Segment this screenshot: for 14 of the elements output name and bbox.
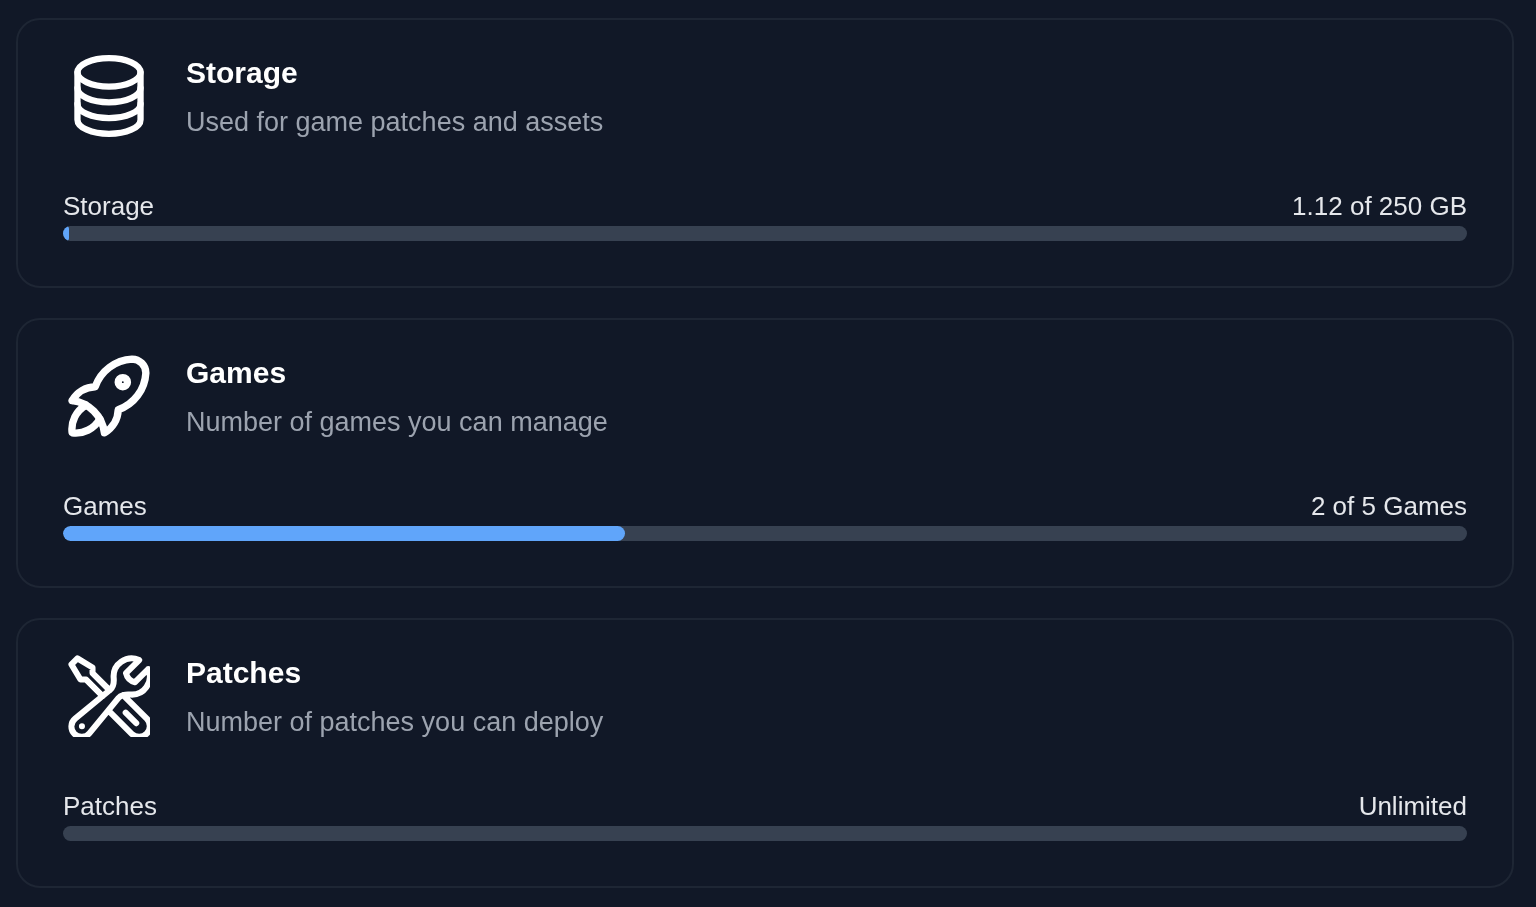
card-description: Number of patches you can deploy <box>186 706 604 739</box>
meter-reading: 2 of 5 Games <box>1310 490 1467 523</box>
meter-reading: Unlimited <box>1358 790 1467 823</box>
rocket-icon <box>68 355 150 437</box>
meter-reading: 1.12 of 250 GB <box>1292 190 1467 223</box>
card-title: Storage <box>186 55 299 91</box>
card-description: Number of games you can manage <box>186 406 608 439</box>
wrench-screwdriver-icon <box>68 655 150 737</box>
card-title: Games <box>186 355 288 391</box>
meter-label: Storage <box>63 190 155 223</box>
meter-label: Patches <box>63 790 157 823</box>
card-title: Patches <box>186 655 303 691</box>
meter-label: Games <box>63 490 147 523</box>
card-description: Used for game patches and assets <box>186 106 604 139</box>
